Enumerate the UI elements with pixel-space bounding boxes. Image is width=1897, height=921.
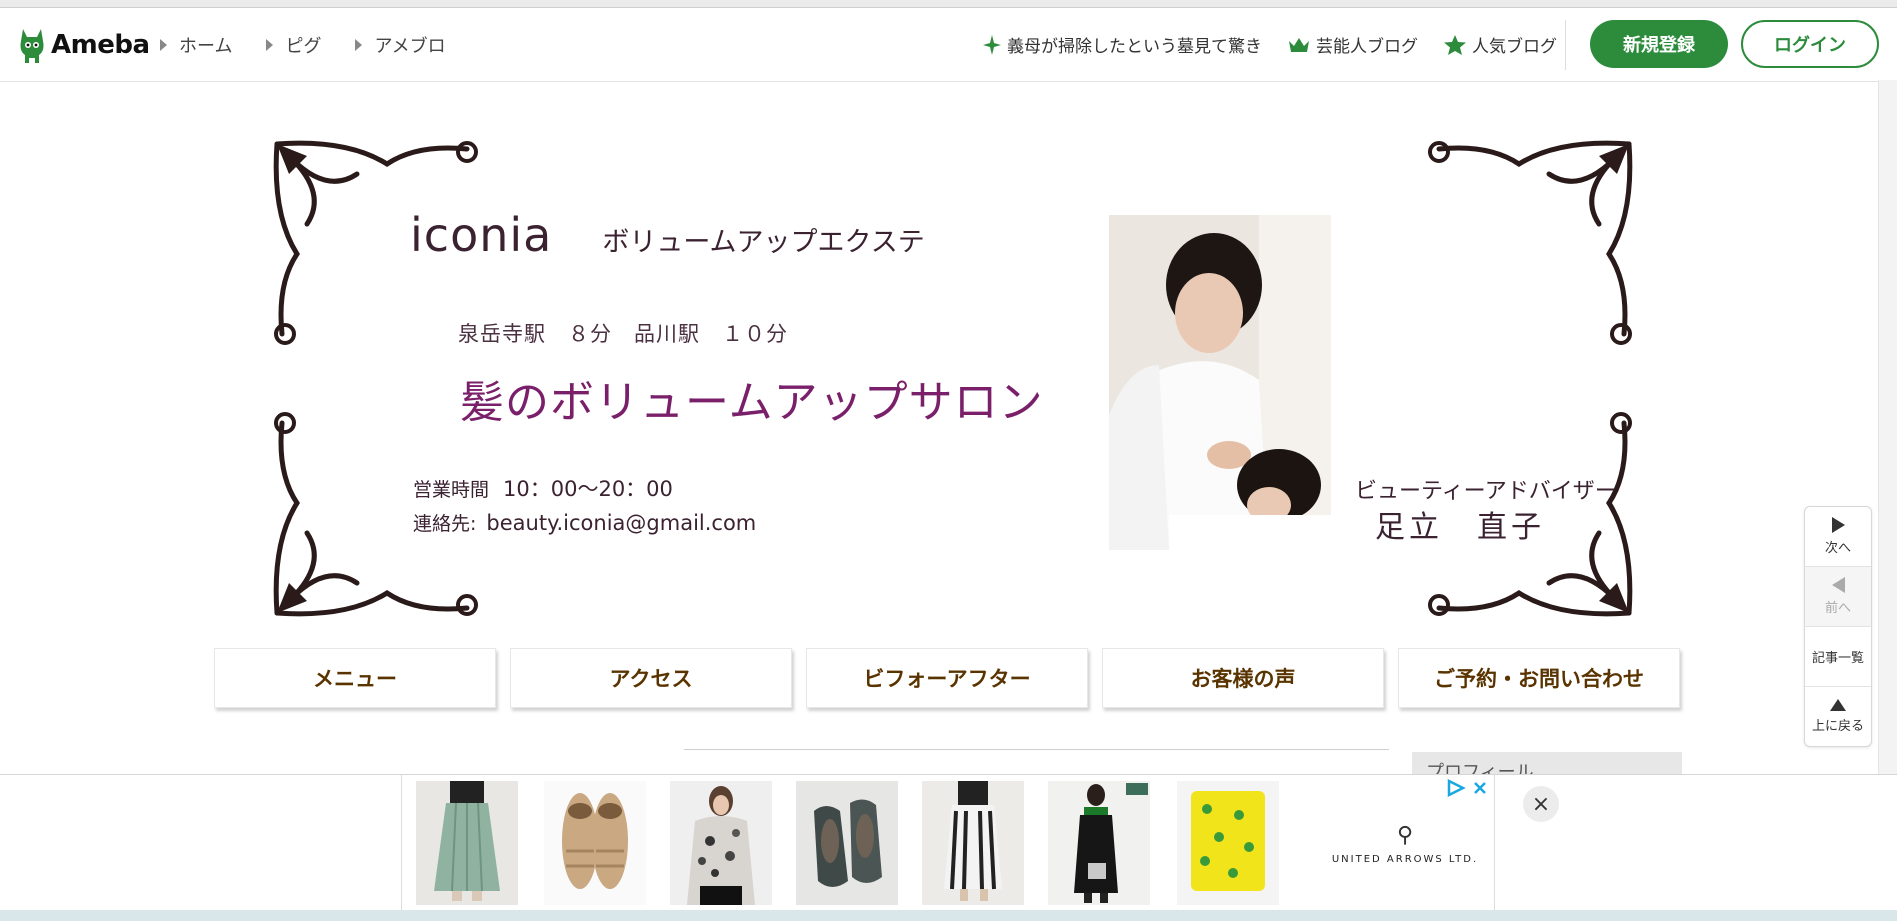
brand-logo-icon: ⚲ — [1396, 823, 1414, 848]
tab-access[interactable]: アクセス — [510, 648, 792, 708]
browser-top-edge — [0, 0, 1897, 8]
ad-banner[interactable]: ⚲ UNITED ARROWS LTD. — [401, 775, 1495, 910]
breadcrumb: ホーム ピグ アメブロ — [160, 32, 480, 58]
business-hours: 営業時間 10：00〜20：00 — [413, 473, 673, 503]
ad-product-blouse[interactable] — [670, 781, 772, 905]
stylist-name: 足立 直子 — [1375, 510, 1545, 545]
browser-bottom-strip — [0, 910, 1897, 921]
header-link-popular-blogs[interactable]: 人気ブログ — [1444, 32, 1557, 57]
catchphrase: 髪のボリュームアップサロン — [460, 377, 1044, 428]
caret-right-icon — [160, 39, 167, 51]
page-scrollbar[interactable] — [1878, 80, 1897, 840]
header-link-celebrity-blogs[interactable]: 芸能人ブログ — [1288, 32, 1418, 57]
ad-product-striped-skirt[interactable] — [922, 781, 1024, 905]
hours-label: 営業時間 — [413, 479, 490, 501]
blog-header-banner[interactable]: iconia ボリュームアップエクステ 泉岳寺駅 ８分 品川駅 １０分 髪のボリ… — [255, 128, 1655, 618]
ad-product-dress[interactable] — [1048, 781, 1150, 905]
ameba-logo[interactable]: Ameba — [17, 25, 150, 65]
arrow-up-icon — [1830, 699, 1846, 711]
header-link-trending[interactable]: 義母が掃除したという墓見て驚き — [983, 32, 1262, 57]
ad-product-pouch[interactable] — [1177, 781, 1279, 905]
tab-menu[interactable]: メニュー — [214, 648, 496, 708]
tab-customer-voice[interactable]: お客様の声 — [1102, 648, 1384, 708]
star-icon — [1444, 34, 1466, 55]
next-article-button[interactable]: 次へ — [1805, 507, 1871, 567]
ad-brand[interactable]: ⚲ UNITED ARROWS LTD. — [1330, 823, 1480, 865]
content-divider — [684, 749, 1389, 750]
bottom-ad-bar: ⚲ UNITED ARROWS LTD. — [0, 774, 1897, 911]
adchoices-icon — [1447, 779, 1466, 797]
contact-label: 連絡先: — [413, 513, 477, 535]
brand-name: UNITED ARROWS LTD. — [1331, 854, 1479, 865]
contact-info: 連絡先: beauty.iconia@gmail.com — [413, 509, 756, 536]
flourish-top-right — [1428, 140, 1633, 345]
stylist-role: ビューティーアドバイザー — [1355, 479, 1617, 504]
article-list-button[interactable]: 記事一覧 — [1805, 627, 1871, 687]
tab-reservation-contact[interactable]: ご予約・お問い合わせ — [1398, 648, 1680, 708]
back-to-top-button[interactable]: 上に戻る — [1805, 687, 1871, 746]
salon-name: iconia — [410, 208, 553, 262]
hours-value: 10：00〜20：00 — [503, 477, 673, 501]
crown-icon — [1289, 37, 1309, 52]
ad-dismiss-icon[interactable] — [1472, 780, 1488, 796]
caret-right-icon — [266, 39, 274, 51]
prev-article-button[interactable]: 前へ — [1805, 567, 1871, 627]
caret-right-icon — [355, 39, 363, 51]
breadcrumb-ameblo[interactable]: アメブロ — [355, 32, 446, 58]
blog-nav-tabs: メニュー アクセス ビフォーアフター お客様の声 ご予約・お問い合わせ — [214, 648, 1680, 708]
signup-button[interactable]: 新規登録 — [1590, 20, 1728, 68]
site-header: Ameba ホーム ピグ アメブロ 義母が掃除したという墓見て驚き 芸能人ブログ… — [0, 8, 1897, 82]
logo-text: Ameba — [51, 30, 150, 60]
tab-before-after[interactable]: ビフォーアフター — [806, 648, 1088, 708]
login-button[interactable]: ログイン — [1741, 20, 1879, 68]
ameba-mascot-icon — [20, 29, 44, 63]
header-divider — [1565, 20, 1566, 70]
salon-subtitle: ボリュームアップエクステ — [602, 227, 925, 258]
breadcrumb-home[interactable]: ホーム — [160, 32, 232, 58]
play-right-icon — [1831, 517, 1845, 533]
ad-product-skirt[interactable] — [416, 781, 518, 905]
ad-product-flats[interactable] — [796, 781, 898, 905]
stylist-photo — [1109, 215, 1331, 550]
ad-close-button[interactable]: × — [1523, 786, 1559, 822]
ad-choices[interactable] — [1446, 779, 1488, 797]
station-info: 泉岳寺駅 ８分 品川駅 １０分 — [458, 322, 788, 346]
salon-title-row: iconia ボリュームアップエクステ — [410, 208, 925, 262]
article-side-nav: 次へ 前へ 記事一覧 上に戻る — [1804, 506, 1872, 747]
sparkle-icon — [983, 34, 1001, 55]
header-links: 義母が掃除したという墓見て驚き 芸能人ブログ 人気ブログ — [957, 32, 1557, 57]
play-left-icon — [1831, 577, 1845, 593]
ad-product-shoes[interactable] — [544, 781, 646, 905]
contact-email: beauty.iconia@gmail.com — [486, 511, 757, 535]
breadcrumb-pigg[interactable]: ピグ — [266, 32, 321, 58]
